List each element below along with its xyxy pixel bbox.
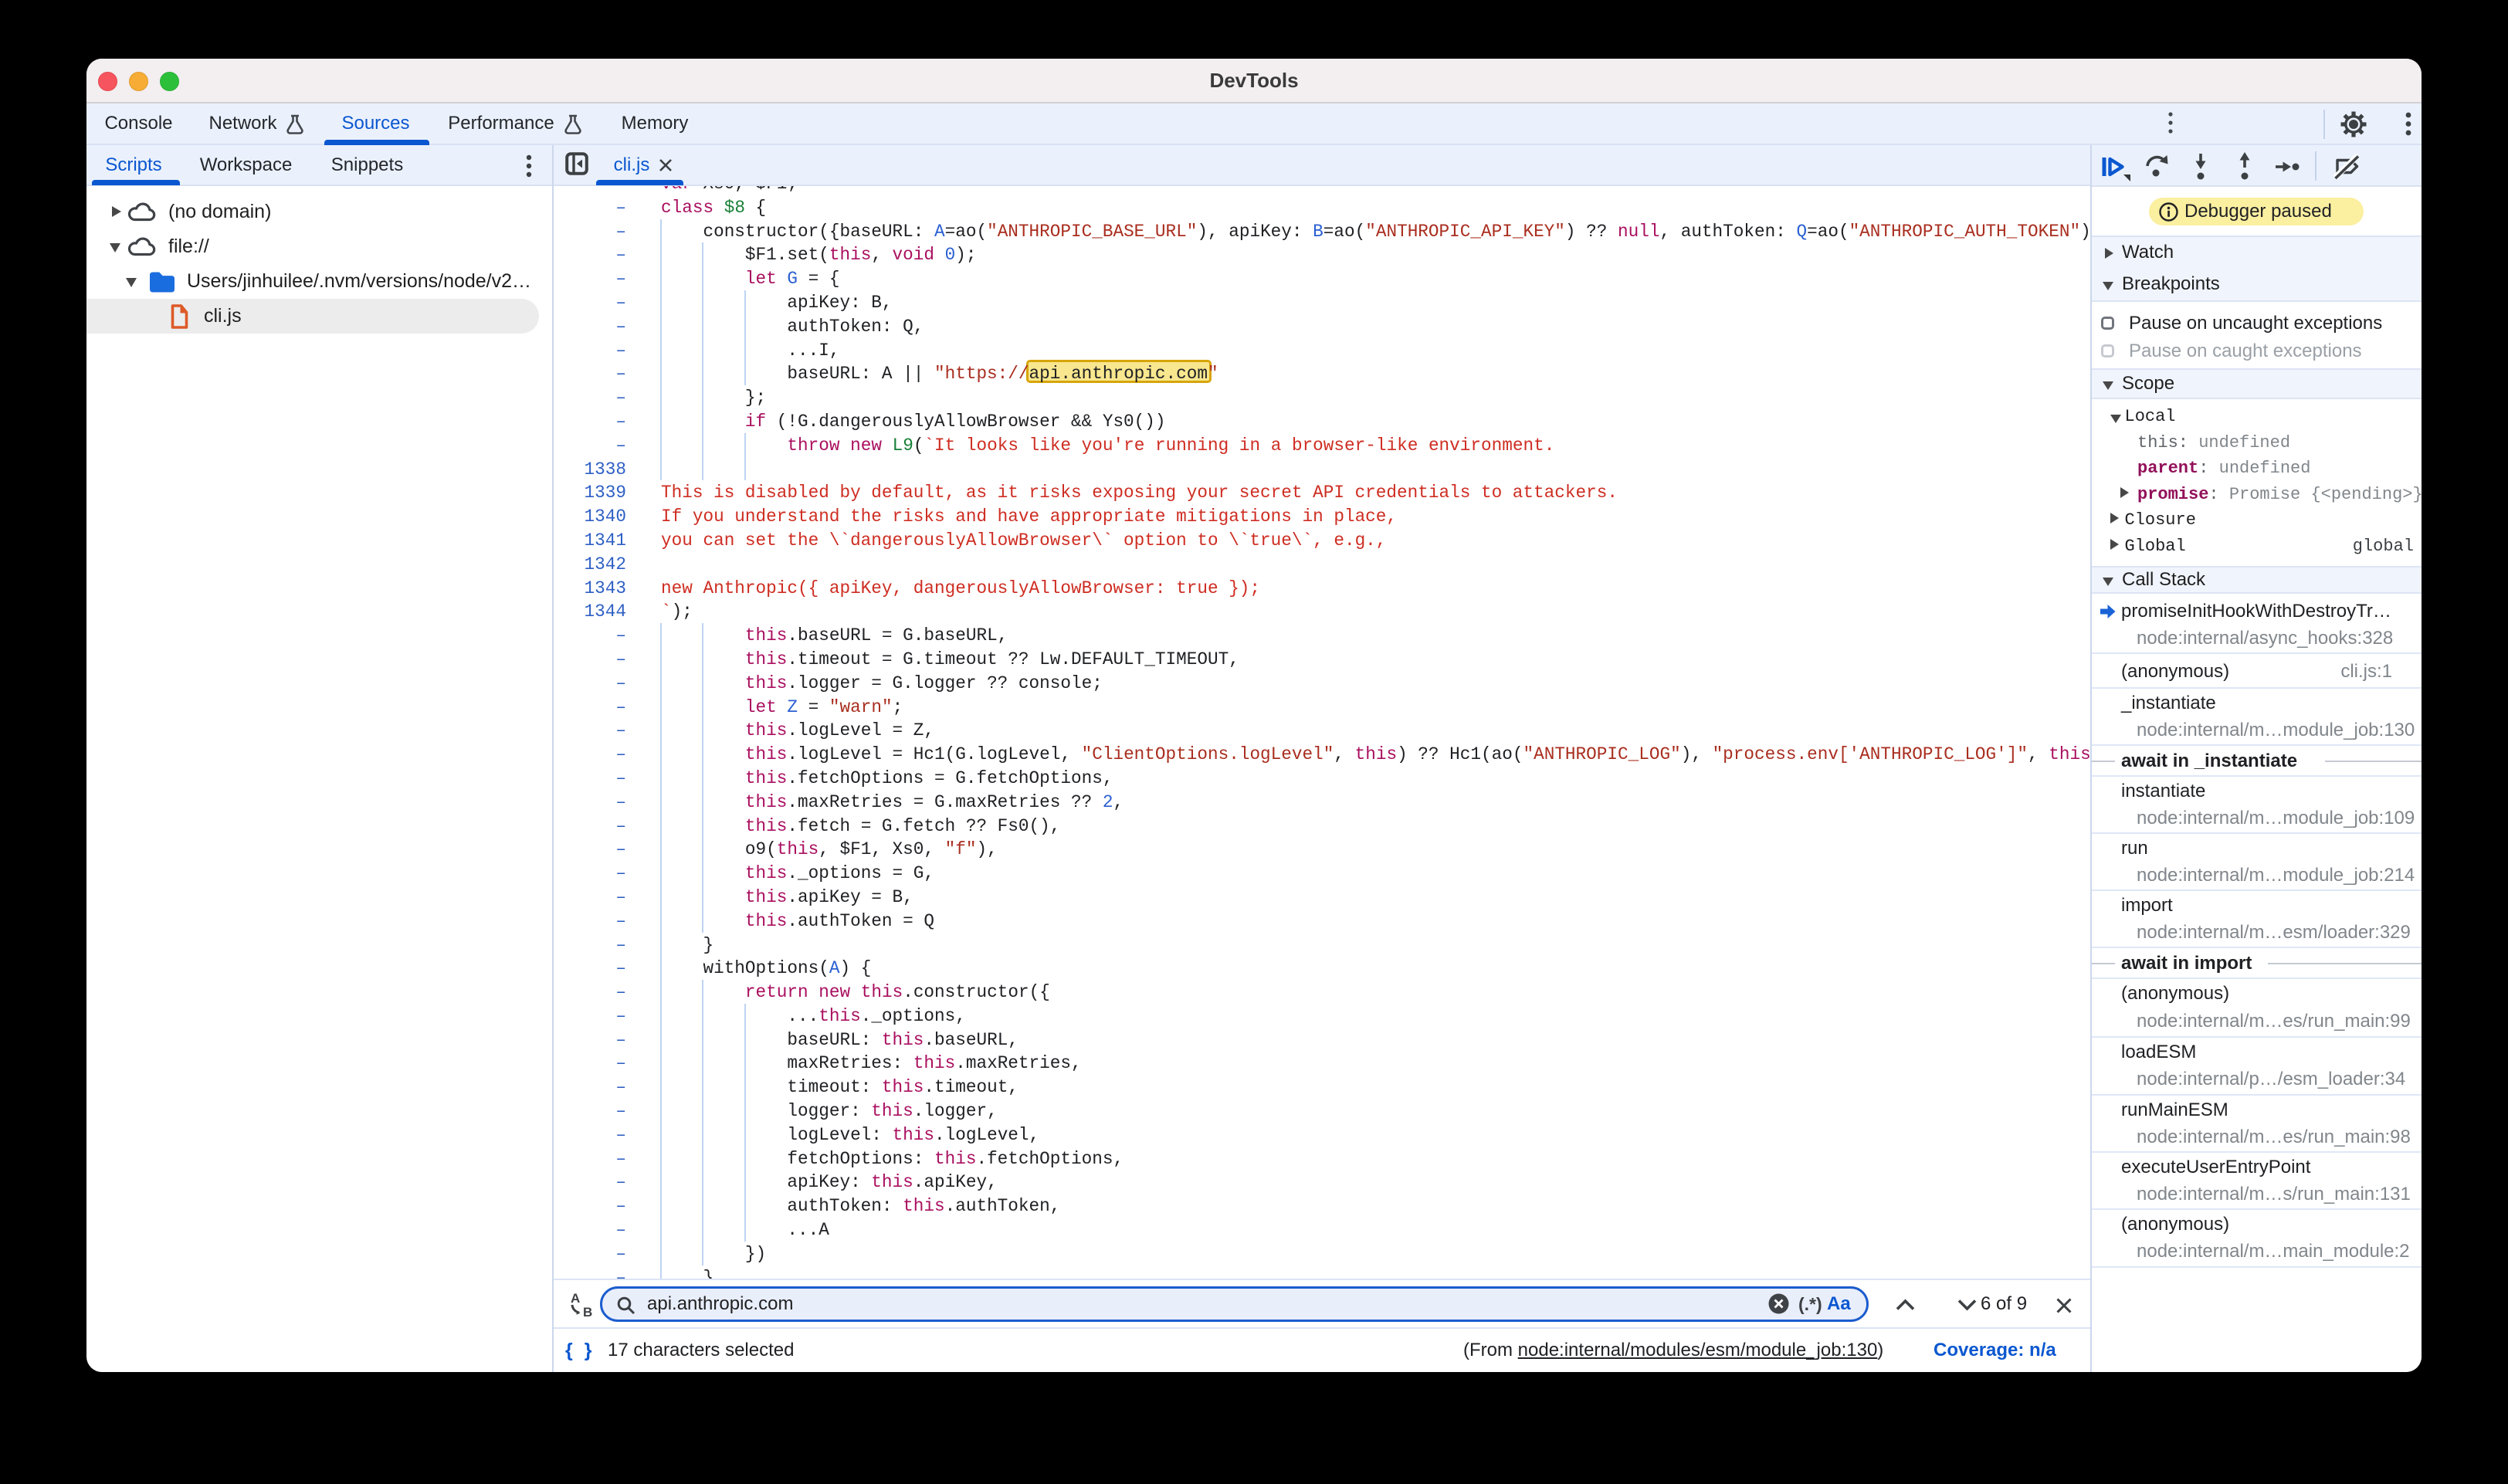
svg-text:B: B: [583, 1305, 592, 1318]
svg-text:A: A: [571, 1292, 580, 1306]
